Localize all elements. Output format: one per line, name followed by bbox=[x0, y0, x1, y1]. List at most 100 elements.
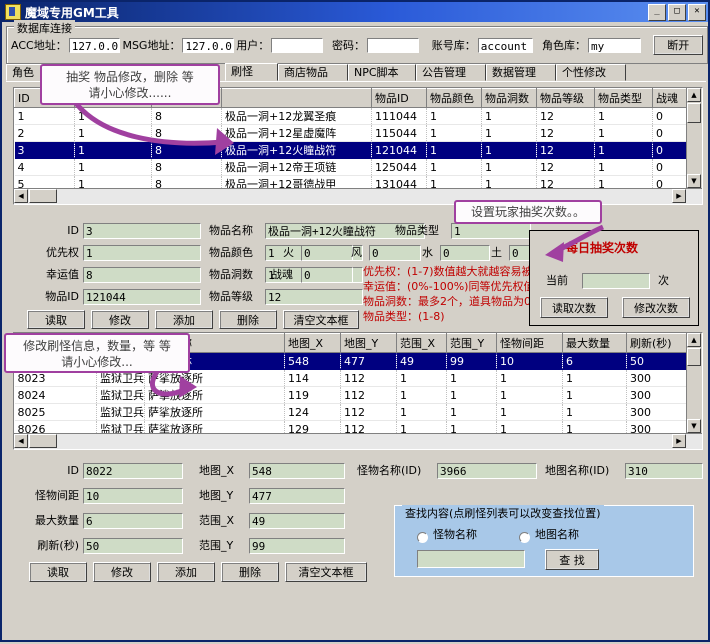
monster-gap-input[interactable]: 10 bbox=[83, 488, 183, 504]
table-row[interactable]: 3 1 8 极品一洞+12火瞳战符 121044 1 1 12 1 0 0 0 bbox=[15, 142, 687, 159]
item-edit-button[interactable]: 修改 bbox=[91, 310, 149, 329]
wind-input[interactable]: 0 bbox=[369, 245, 421, 261]
item-type-input[interactable]: 1 bbox=[451, 223, 531, 239]
range-y-input[interactable]: 99 bbox=[249, 538, 345, 554]
mcol-map-x[interactable]: 地图_X bbox=[285, 334, 341, 353]
account-db-input[interactable]: account bbox=[478, 38, 533, 53]
item-grid-vscrollbar[interactable]: ▲ ▼ bbox=[686, 88, 702, 188]
item-delete-button[interactable]: 删除 bbox=[219, 310, 277, 329]
item-holes-label: 物品洞数 bbox=[209, 267, 253, 283]
item-read-button[interactable]: 读取 bbox=[27, 310, 85, 329]
user-input[interactable] bbox=[271, 38, 323, 53]
table-row[interactable]: 1 1 8 极品一洞+12龙翼圣痕 111044 1 1 12 1 0 0 0 bbox=[15, 108, 687, 125]
radio-map-name[interactable] bbox=[519, 532, 530, 543]
cell: 12 bbox=[537, 108, 595, 125]
search-input[interactable] bbox=[417, 550, 525, 568]
tab-custom-edit[interactable]: 个性修改 bbox=[556, 64, 626, 81]
tab-npc-script[interactable]: NPC脚本 bbox=[348, 64, 416, 81]
item-type-label: 物品类型 bbox=[395, 223, 439, 239]
luck-input[interactable]: 8 bbox=[83, 267, 201, 283]
fire-input[interactable]: 0 bbox=[301, 245, 353, 261]
water-input[interactable]: 0 bbox=[440, 245, 490, 261]
monster-delete-button[interactable]: 删除 bbox=[221, 562, 279, 582]
table-row[interactable]: 5 1 8 极品一洞+12哥德战甲 131044 1 1 12 1 0 0 0 bbox=[15, 176, 687, 189]
callout-monster-warning: 修改刷怪信息，数量，等 等 请小心修改... bbox=[4, 333, 190, 373]
map-y-input[interactable]: 477 bbox=[249, 488, 345, 504]
monster-grid-vscrollbar[interactable]: ▲ ▼ bbox=[686, 333, 702, 433]
mcol-range-y[interactable]: 范围_Y bbox=[447, 334, 497, 353]
cell: 0 bbox=[653, 108, 687, 125]
table-row[interactable]: 8024 监狱卫兵 萨挲放逐所 119 112 1 1 1 1 300 bbox=[15, 387, 687, 404]
cell: 1 bbox=[427, 159, 482, 176]
cell: 萨挲放逐所 bbox=[145, 387, 285, 404]
find-button[interactable]: 查 找 bbox=[545, 549, 599, 570]
password-input[interactable] bbox=[367, 38, 419, 53]
minimize-button[interactable]: _ bbox=[648, 4, 666, 21]
priority-input[interactable]: 1 bbox=[83, 245, 201, 261]
table-row[interactable]: 8026 监狱卫兵 萨挲放逐所 129 112 1 1 1 1 300 bbox=[15, 421, 687, 434]
monster-id-input[interactable]: 8022 bbox=[83, 463, 183, 479]
wind-label: 风 bbox=[351, 245, 362, 261]
map-y-label: 地图_Y bbox=[199, 488, 233, 504]
map-x-input[interactable]: 548 bbox=[249, 463, 345, 479]
col-soul[interactable]: 战魂 bbox=[653, 89, 687, 108]
monster-grid-hscrollbar[interactable]: ◀ ▶ bbox=[14, 433, 702, 449]
table-row[interactable]: 8025 监狱卫兵 萨挲放逐所 124 112 1 1 1 1 300 bbox=[15, 404, 687, 421]
cell: 1 bbox=[595, 142, 653, 159]
cell: 1 bbox=[397, 387, 447, 404]
map-name-id-input[interactable]: 310 bbox=[625, 463, 703, 479]
msg-address-input[interactable]: 127.0.0.1 bbox=[182, 38, 234, 53]
cell: 1 bbox=[497, 387, 563, 404]
edit-count-button[interactable]: 修改次数 bbox=[622, 297, 690, 318]
current-count-input[interactable] bbox=[582, 273, 650, 289]
item-code-input[interactable]: 121044 bbox=[83, 289, 201, 305]
col-item-color[interactable]: 物品颜色 bbox=[427, 89, 482, 108]
item-level-input[interactable]: 12 bbox=[265, 289, 363, 305]
acc-address-input[interactable]: 127.0.0.1 bbox=[69, 38, 121, 53]
cell: 49 bbox=[397, 353, 447, 370]
mcol-refresh[interactable]: 刷新(秒) bbox=[627, 334, 687, 353]
col-item-type[interactable]: 物品类型 bbox=[595, 89, 653, 108]
close-button[interactable]: ✕ bbox=[688, 4, 706, 21]
monster-edit-button[interactable]: 修改 bbox=[93, 562, 151, 582]
cell: 1 bbox=[447, 421, 497, 434]
monster-refresh-input[interactable]: 50 bbox=[83, 538, 183, 554]
monster-add-button[interactable]: 添加 bbox=[157, 562, 215, 582]
col-item-id[interactable]: 物品ID bbox=[372, 89, 427, 108]
monster-clear-button[interactable]: 清空文本框 bbox=[285, 562, 367, 582]
col-item-level[interactable]: 物品等级 bbox=[537, 89, 595, 108]
maximize-button[interactable]: □ bbox=[668, 4, 686, 21]
radio-map-name-label: 地图名称 bbox=[535, 527, 579, 543]
col-blank3[interactable] bbox=[222, 89, 372, 108]
item-clear-button[interactable]: 清空文本框 bbox=[283, 310, 359, 329]
col-item-holes[interactable]: 物品洞数 bbox=[482, 89, 537, 108]
table-row[interactable]: 4 1 8 极品一洞+12帝王项链 125044 1 1 12 1 0 0 0 bbox=[15, 159, 687, 176]
search-group: 查找内容(点刷怪列表可以改变查找位置) 怪物名称 地图名称 查 找 bbox=[394, 505, 694, 577]
item-add-button[interactable]: 添加 bbox=[155, 310, 213, 329]
radio-monster-name-label: 怪物名称 bbox=[433, 527, 477, 543]
table-row[interactable]: 2 1 8 极品一洞+12星虚魔阵 115044 1 1 12 1 0 0 0 bbox=[15, 125, 687, 142]
tab-shop-items[interactable]: 商店物品 bbox=[278, 64, 348, 81]
disconnect-button[interactable]: 断开 bbox=[653, 35, 703, 55]
monster-name-id-input[interactable]: 3966 bbox=[437, 463, 537, 479]
acc-address-label: ACC地址： bbox=[11, 37, 67, 53]
cell: 8 bbox=[152, 108, 222, 125]
mcol-range-x[interactable]: 范围_X bbox=[397, 334, 447, 353]
db-connection-legend: 数据库连接 bbox=[14, 20, 75, 36]
range-x-input[interactable]: 49 bbox=[249, 513, 345, 529]
item-id-input[interactable]: 3 bbox=[83, 223, 201, 239]
tab-announcement[interactable]: 公告管理 bbox=[416, 64, 486, 81]
mcol-gap[interactable]: 怪物间距 bbox=[497, 334, 563, 353]
monster-read-button[interactable]: 读取 bbox=[29, 562, 87, 582]
mcol-max[interactable]: 最大数量 bbox=[563, 334, 627, 353]
cell: 1 bbox=[397, 421, 447, 434]
soul-input[interactable]: 0 bbox=[301, 267, 353, 283]
tab-data-manage[interactable]: 数据管理 bbox=[486, 64, 556, 81]
read-count-button[interactable]: 读取次数 bbox=[540, 297, 608, 318]
monster-max-input[interactable]: 6 bbox=[83, 513, 183, 529]
tab-spawn[interactable]: 刷怪 bbox=[225, 63, 278, 81]
radio-monster-name[interactable] bbox=[417, 532, 428, 543]
range-x-label: 范围_X bbox=[199, 513, 234, 529]
role-db-input[interactable]: my bbox=[588, 38, 642, 53]
mcol-map-y[interactable]: 地图_Y bbox=[341, 334, 397, 353]
